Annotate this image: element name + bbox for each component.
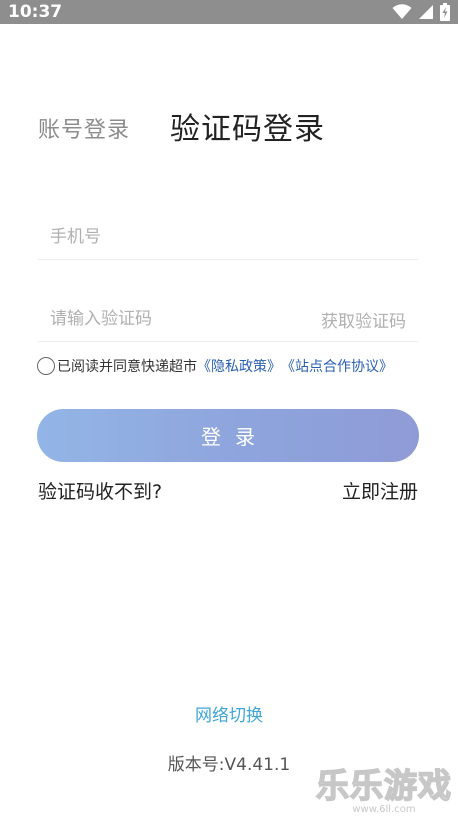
privacy-policy-link[interactable]: 《隐私政策》 xyxy=(197,356,281,376)
status-time: 10:37 xyxy=(8,2,63,22)
tab-sms-login[interactable]: 验证码登录 xyxy=(170,104,325,148)
partner-agreement-link[interactable]: 《站点合作协议》 xyxy=(281,356,393,376)
agreement-row: 已阅读并同意快递超市 《隐私政策》 《站点合作协议》 xyxy=(37,355,393,377)
version-label: 版本号: xyxy=(167,755,225,775)
status-icons xyxy=(392,3,450,21)
get-code-button[interactable]: 获取验证码 xyxy=(321,307,406,332)
phone-input[interactable] xyxy=(38,215,310,259)
tab-account-login[interactable]: 账号登录 xyxy=(38,112,130,144)
login-button[interactable]: 登录 xyxy=(37,409,419,462)
watermark-url: www.6ll.com xyxy=(352,804,416,815)
watermark-text: 乐乐游戏 xyxy=(315,766,452,805)
wifi-icon xyxy=(392,4,412,20)
code-input[interactable] xyxy=(38,297,310,341)
status-bar: 10:37 xyxy=(0,0,458,24)
battery-charging-icon xyxy=(440,3,450,21)
version-value: V4.41.1 xyxy=(224,755,291,775)
network-switch-link[interactable]: 网络切换 xyxy=(0,701,458,726)
agree-checkbox[interactable] xyxy=(37,357,55,375)
phone-field xyxy=(38,215,418,260)
watermark: 乐乐游戏 www.6ll.com xyxy=(315,766,452,816)
agree-text: 已阅读并同意快递超市 xyxy=(57,359,197,375)
no-code-link[interactable]: 验证码收不到? xyxy=(38,477,162,504)
code-field: 获取验证码 xyxy=(38,297,418,342)
signal-icon xyxy=(418,4,434,20)
register-link[interactable]: 立即注册 xyxy=(342,477,418,504)
